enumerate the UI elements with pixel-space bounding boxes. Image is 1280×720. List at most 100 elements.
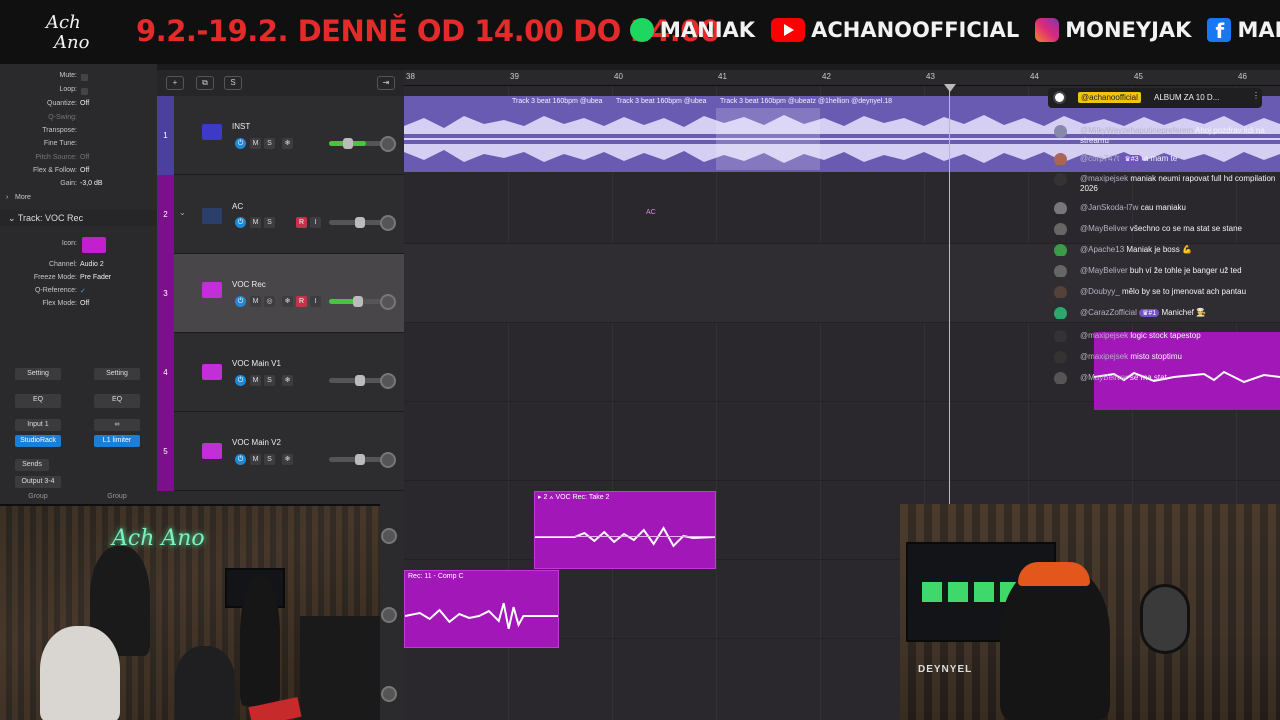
loop-row[interactable]: Loop: bbox=[0, 86, 157, 99]
plugin-slot-l1-limiter[interactable]: L1 limiter bbox=[94, 435, 140, 447]
input-monitor-button[interactable]: I bbox=[310, 296, 321, 307]
flexmode-row[interactable]: Flex Mode: Off bbox=[0, 300, 157, 313]
pan-knob[interactable] bbox=[380, 294, 396, 310]
track-header-ac[interactable]: 2 ⌄ AC ⏻ M S R I bbox=[157, 175, 404, 254]
qref-row[interactable]: Q-Reference: ✓ bbox=[0, 287, 157, 300]
track-lane[interactable] bbox=[404, 402, 1280, 481]
power-icon[interactable]: ⏻ bbox=[235, 375, 246, 386]
audio-region-voc-comp[interactable]: Rec: 11 - Comp C bbox=[404, 570, 559, 648]
record-enable-button[interactable]: R bbox=[296, 217, 307, 228]
input-button[interactable]: Input 1 bbox=[15, 419, 61, 431]
mute-button[interactable]: M bbox=[250, 296, 261, 307]
global-solo-button[interactable]: S bbox=[224, 76, 242, 90]
chat-message: mělo by se to jmenovat ach pantau bbox=[1121, 287, 1247, 296]
avatar bbox=[1054, 286, 1067, 298]
solo-button[interactable]: S bbox=[264, 454, 275, 465]
freeze-row[interactable]: Freeze Mode: Pre Fader bbox=[0, 274, 157, 287]
setting-button-right[interactable]: Setting bbox=[94, 368, 140, 380]
output-button[interactable]: Output 3-4 bbox=[15, 476, 61, 488]
chevron-down-icon[interactable]: ⌄ bbox=[179, 208, 186, 217]
freeze-icon[interactable]: ❄ bbox=[282, 138, 293, 149]
gain-row[interactable]: Gain: -3,0 dB bbox=[0, 180, 157, 193]
duplicate-track-button[interactable]: ⧉ bbox=[196, 76, 214, 90]
pan-knob[interactable] bbox=[380, 136, 396, 152]
fader-handle[interactable] bbox=[353, 296, 363, 307]
spotify-icon bbox=[630, 18, 654, 42]
mute-button[interactable]: M bbox=[250, 217, 261, 228]
power-icon[interactable]: ⏻ bbox=[235, 296, 246, 307]
track-header-inst[interactable]: 1 INST ⏻ M S ❄ bbox=[157, 96, 404, 175]
fader-handle[interactable] bbox=[355, 454, 365, 465]
solo-button[interactable]: S bbox=[264, 217, 275, 228]
freeze-value[interactable]: Pre Fader bbox=[80, 274, 111, 281]
playhead[interactable] bbox=[949, 86, 950, 506]
group-button-right[interactable]: Group bbox=[94, 491, 140, 503]
link-icon[interactable]: ∞ bbox=[94, 419, 140, 431]
track-name[interactable]: AC bbox=[232, 202, 243, 211]
pan-knob[interactable] bbox=[380, 452, 396, 468]
finetune-row[interactable]: Fine Tune: bbox=[0, 140, 157, 153]
setting-button-left[interactable]: Setting bbox=[15, 368, 61, 380]
app-root: Ach Ano 9.2.-19.2. DENNĚ OD 14.00 DO 24.0… bbox=[0, 0, 1280, 720]
track-header-voc-rec[interactable]: 3 VOC Rec ⏻ M ◎ ❄ R I bbox=[157, 254, 404, 333]
track-header-voc-main-v2[interactable]: 5 VOC Main V2 ⏻ M S ❄ bbox=[157, 412, 404, 491]
flexfollow-row[interactable]: Flex & Follow: Off bbox=[0, 167, 157, 180]
power-icon[interactable]: ⏻ bbox=[235, 138, 246, 149]
track-name[interactable]: INST bbox=[232, 122, 250, 131]
channel-label: Channel: bbox=[48, 261, 77, 268]
more-disclosure[interactable]: › More bbox=[6, 194, 163, 207]
mute-row[interactable]: Mute: bbox=[0, 72, 157, 85]
audio-region-voc-take[interactable]: ▸ 2 ⟑ VOC Rec: Take 2 bbox=[534, 491, 716, 569]
pan-knob[interactable] bbox=[381, 528, 397, 544]
chat-message: Manichef 👨‍🍳 bbox=[1161, 308, 1207, 317]
fader-handle[interactable] bbox=[355, 375, 365, 386]
pan-knob[interactable] bbox=[381, 607, 397, 623]
mute-button[interactable]: M bbox=[250, 454, 261, 465]
freeze-icon[interactable]: ❄ bbox=[282, 454, 293, 465]
fader-handle[interactable] bbox=[355, 217, 365, 228]
eq-button-left[interactable]: EQ bbox=[15, 394, 61, 408]
solo-button[interactable]: S bbox=[264, 375, 275, 386]
playhead-handle[interactable] bbox=[944, 84, 956, 92]
chat-message: buh ví že tohle je banger už ted bbox=[1129, 266, 1242, 275]
transpose-row[interactable]: Transpose: bbox=[0, 127, 157, 140]
plugin-slot-studiorack[interactable]: StudioRack bbox=[15, 435, 61, 447]
power-icon[interactable]: ⏻ bbox=[235, 217, 246, 228]
record-enable-button[interactable]: R bbox=[296, 296, 307, 307]
freeze-icon[interactable]: ❄ bbox=[282, 375, 293, 386]
mute-checkbox[interactable] bbox=[81, 74, 88, 81]
qref-checkbox[interactable]: ✓ bbox=[80, 287, 86, 295]
flexfollow-value[interactable]: Off bbox=[80, 167, 89, 174]
input-monitoring-icon[interactable]: ◎ bbox=[264, 296, 275, 307]
fader-handle[interactable] bbox=[343, 138, 353, 149]
track-inspector-header[interactable]: ⌄ Track: VOC Rec bbox=[0, 210, 157, 226]
track-icon-picker[interactable] bbox=[82, 237, 106, 253]
add-track-button[interactable]: + bbox=[166, 76, 184, 90]
pan-knob[interactable] bbox=[381, 686, 397, 702]
power-icon[interactable]: ⏻ bbox=[235, 454, 246, 465]
quantize-row[interactable]: Quantize: Off bbox=[0, 100, 157, 113]
timeline-ruler[interactable]: 38 39 40 41 42 43 44 45 46 bbox=[404, 70, 1280, 86]
loop-checkbox[interactable] bbox=[81, 88, 88, 95]
freeze-icon[interactable]: ❄ bbox=[282, 296, 293, 307]
more-label: More bbox=[15, 194, 31, 201]
track-name[interactable]: VOC Main V2 bbox=[232, 438, 281, 447]
track-name[interactable]: VOC Main V1 bbox=[232, 359, 281, 368]
track-header-voc-main-v1[interactable]: 4 VOC Main V1 ⏻ M S ❄ bbox=[157, 333, 404, 412]
solo-button[interactable]: S bbox=[264, 138, 275, 149]
quantize-value[interactable]: Off bbox=[80, 100, 89, 107]
input-monitor-button[interactable]: I bbox=[310, 217, 321, 228]
social-label: ACHANOOFFICIAL bbox=[811, 18, 1020, 42]
catch-icon[interactable]: ⇥ bbox=[377, 76, 395, 90]
pan-knob[interactable] bbox=[380, 373, 396, 389]
group-button-left[interactable]: Group bbox=[15, 491, 61, 503]
track-name[interactable]: VOC Rec bbox=[232, 280, 266, 289]
waveform bbox=[535, 526, 715, 548]
flexmode-value[interactable]: Off bbox=[80, 300, 89, 307]
eq-button-right[interactable]: EQ bbox=[94, 394, 140, 408]
mute-button[interactable]: M bbox=[250, 375, 261, 386]
more-options-icon[interactable]: ⋮ bbox=[1252, 91, 1260, 100]
gain-value[interactable]: -3,0 dB bbox=[80, 180, 103, 187]
pan-knob[interactable] bbox=[380, 215, 396, 231]
mute-button[interactable]: M bbox=[250, 138, 261, 149]
